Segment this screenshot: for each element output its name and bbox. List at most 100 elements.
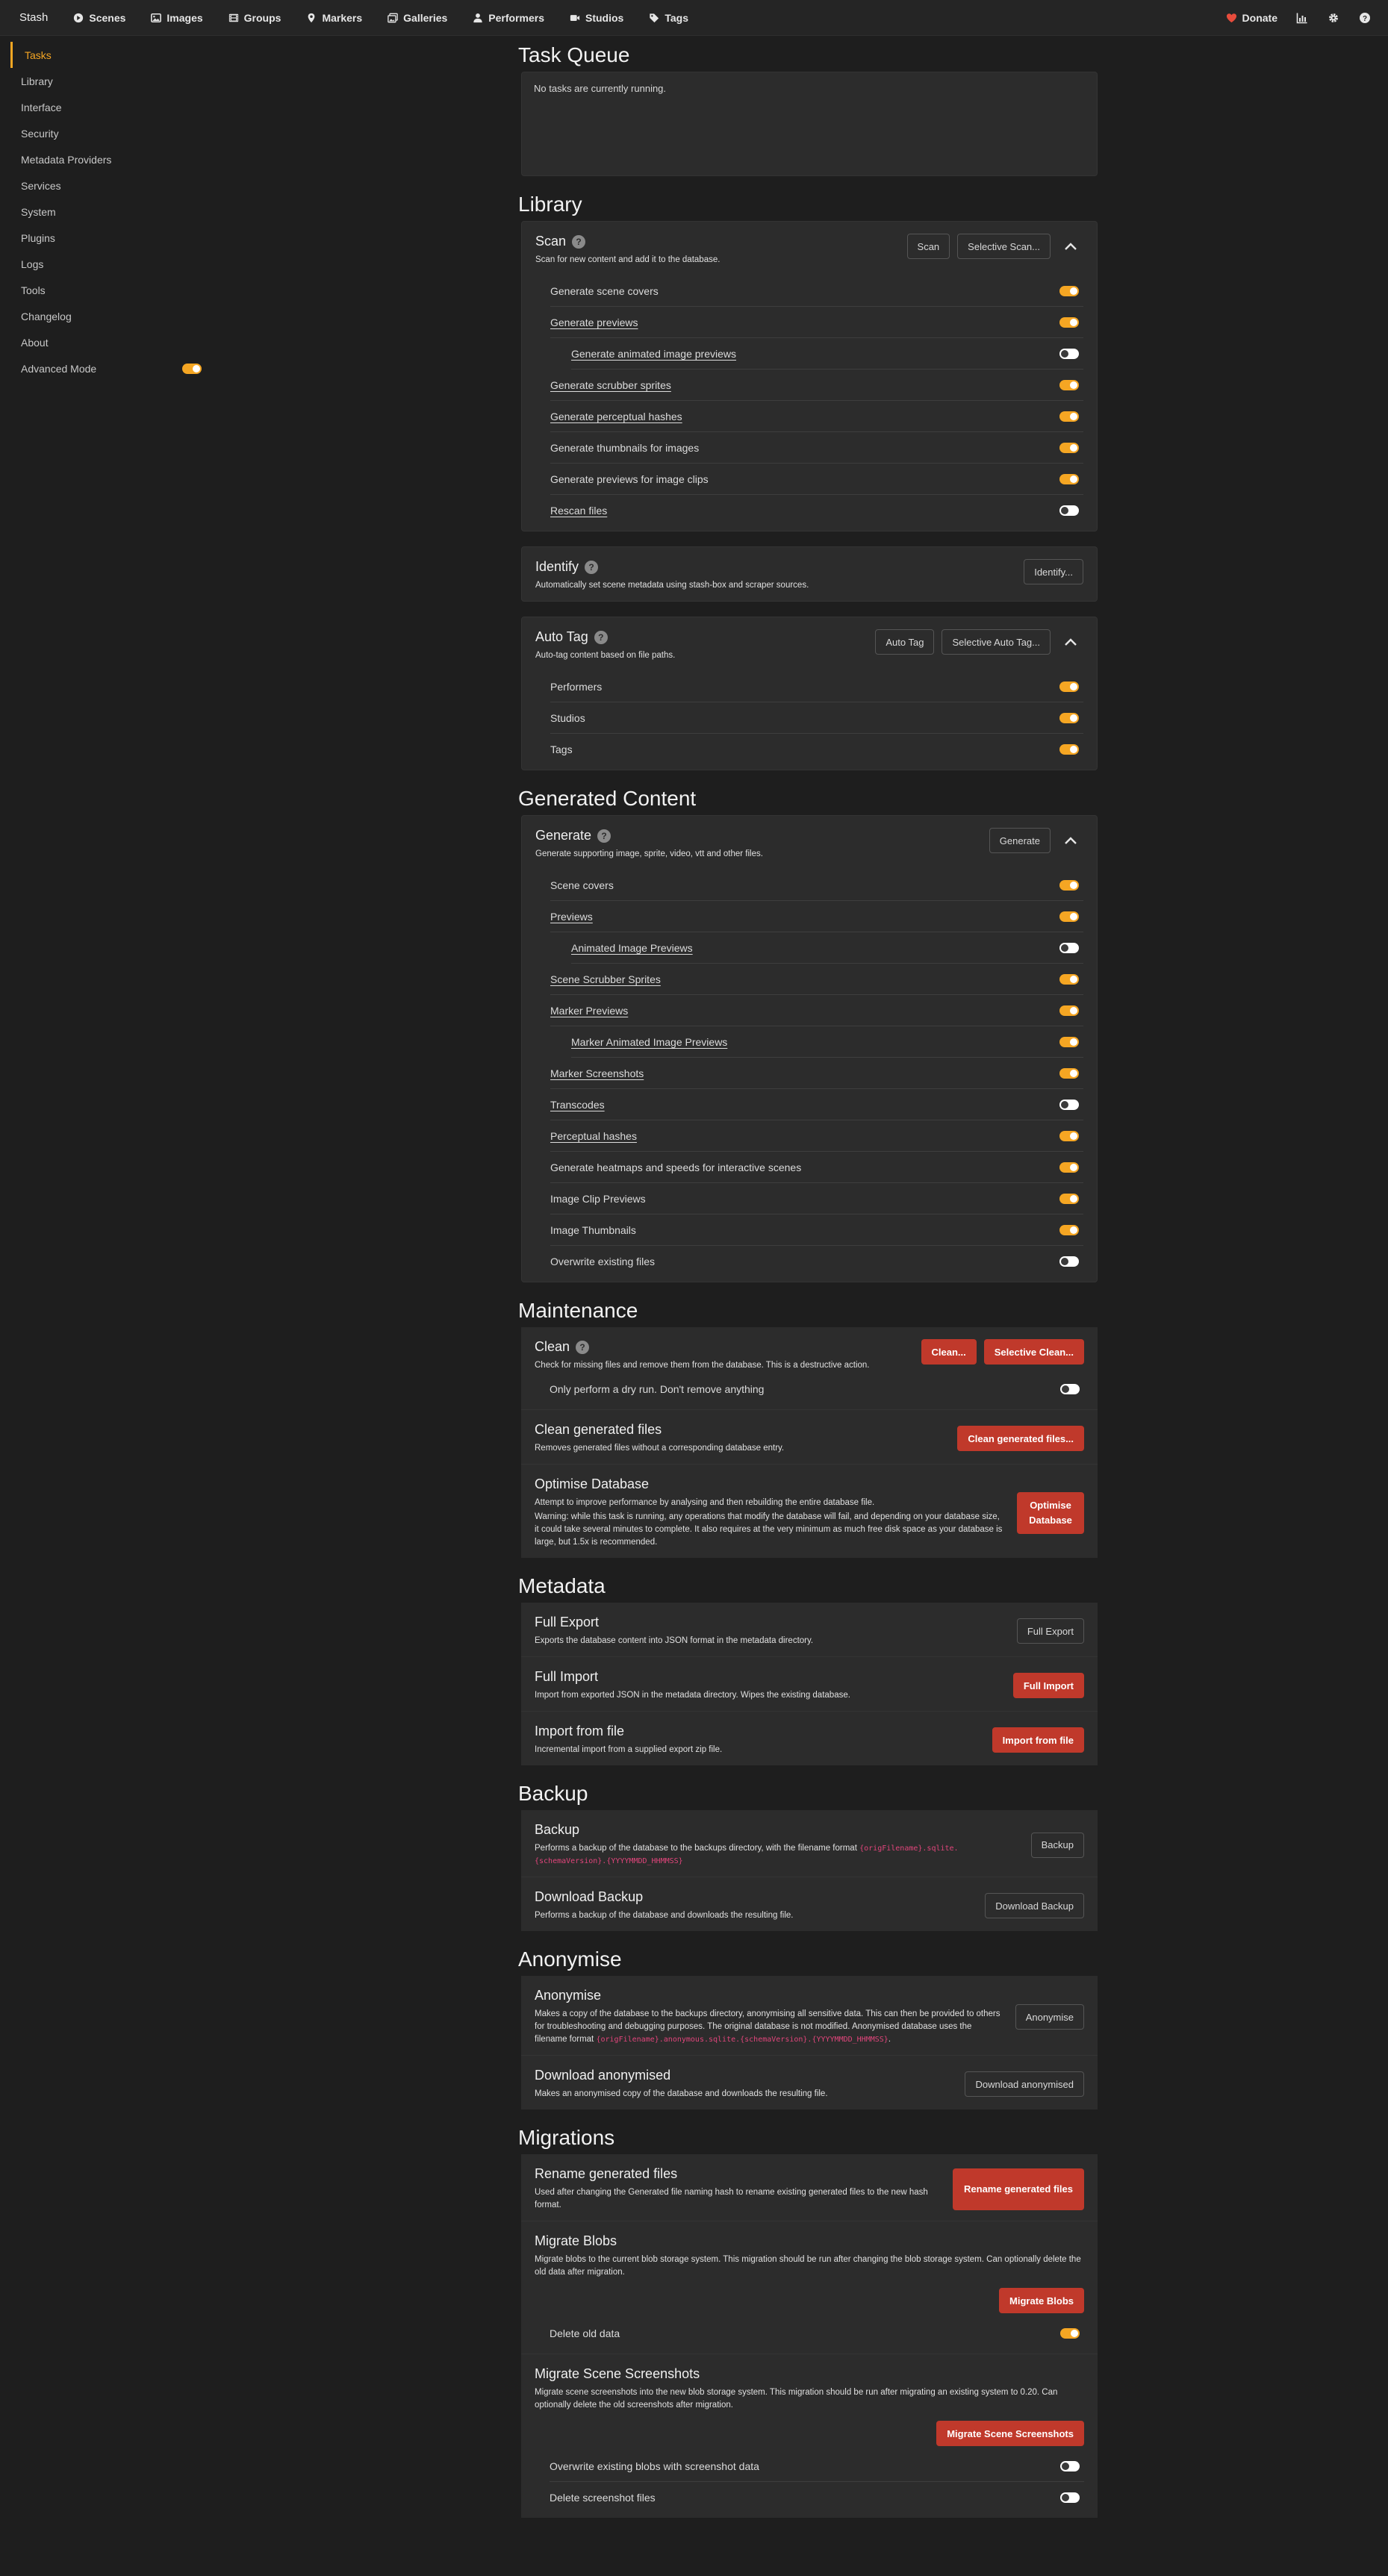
sidebar-item-changelog[interactable]: Changelog [10,303,212,329]
full-export-desc: Exports the database content into JSON f… [535,1636,814,1645]
clean-generated-title: Clean generated files [535,1422,662,1437]
full-import-button[interactable]: Full Import [1012,1673,1084,1698]
option-toggle[interactable] [1059,411,1079,422]
sidebar-item-system[interactable]: System [10,199,212,225]
nav-studios[interactable]: Studios [570,12,623,24]
option-label: Image Clip Previews [550,1192,646,1205]
option-label: Overwrite existing blobs with screenshot… [550,2460,759,2472]
import-file-title: Import from file [535,1724,625,1738]
option-toggle[interactable] [1059,879,1079,891]
help-icon[interactable]: ? [594,630,608,644]
option-toggle[interactable] [1059,1005,1079,1016]
option-toggle[interactable] [1059,1067,1079,1079]
migrate-blobs-button[interactable]: Migrate Blobs [999,2288,1084,2313]
clean-generated-button[interactable]: Clean generated files... [957,1426,1084,1451]
option-toggle[interactable] [1059,1099,1079,1110]
chevron-up-icon [1065,243,1077,250]
anonymise-card: Anonymise Makes a copy of the database t… [521,1976,1098,2056]
identify-button[interactable]: Identify... [1024,559,1083,584]
option-toggle[interactable] [1059,1224,1079,1235]
option-toggle[interactable] [1059,442,1079,453]
option-toggle[interactable] [1059,1130,1079,1141]
delete-old-data-toggle[interactable] [1060,2328,1080,2339]
rename-generated-button[interactable]: Rename generated files [953,2168,1084,2210]
download-backup-card: Download Backup Performs a backup of the… [521,1877,1098,1931]
metadata-group: Full Export Exports the database content… [521,1603,1098,1765]
option-toggle[interactable] [1059,348,1079,359]
nav-scenes[interactable]: Scenes [73,12,125,24]
stats-button[interactable] [1295,11,1309,25]
option-label: Generate scene covers [550,284,659,297]
clean-button[interactable]: Clean... [921,1339,977,1365]
brand-logo[interactable]: Stash [19,11,48,24]
optimise-button[interactable]: Optimise Database [1017,1491,1084,1534]
selective-clean-button[interactable]: Selective Clean... [983,1339,1084,1365]
option-toggle[interactable] [1060,2460,1080,2471]
option-toggle[interactable] [1060,2492,1080,2503]
import-file-button[interactable]: Import from file [992,1727,1084,1753]
help-icon[interactable]: ? [585,560,599,574]
dry-run-toggle[interactable] [1060,1384,1080,1394]
help-button[interactable]: ? [1358,11,1372,25]
sidebar-item-library[interactable]: Library [10,68,212,94]
nav-label: Galleries [403,11,448,24]
full-export-button[interactable]: Full Export [1016,1618,1084,1644]
sidebar-item-interface[interactable]: Interface [10,94,212,120]
option-toggle[interactable] [1059,911,1079,922]
option-toggle[interactable] [1059,973,1079,985]
collapse-button[interactable] [1058,629,1083,655]
sidebar-item-about[interactable]: About [10,329,212,355]
option-label: Previews [550,910,593,923]
option-toggle[interactable] [1059,473,1079,484]
backup-button[interactable]: Backup [1030,1832,1084,1858]
autotag-button[interactable]: Auto Tag [875,629,935,655]
nav-groups[interactable]: Groups [228,12,281,24]
option-row: Generate previews [550,307,1083,338]
option-row: Transcodes [550,1089,1083,1120]
option-toggle[interactable] [1059,1161,1079,1173]
sidebar-item-logs[interactable]: Logs [10,251,212,277]
help-icon[interactable]: ? [572,234,586,249]
option-toggle[interactable] [1059,681,1079,692]
option-toggle[interactable] [1059,712,1079,723]
sidebar-item-tasks[interactable]: Tasks [10,42,212,68]
download-anonymised-button[interactable]: Download anonymised [965,2071,1084,2097]
option-toggle[interactable] [1059,1036,1079,1047]
settings-button[interactable] [1327,11,1340,25]
option-label: Marker Animated Image Previews [571,1035,728,1048]
nav-tags[interactable]: Tags [649,12,688,24]
download-backup-button[interactable]: Download Backup [985,1893,1084,1918]
sidebar-item-security[interactable]: Security [10,120,212,146]
option-toggle[interactable] [1059,505,1079,516]
migrate-screenshots-button[interactable]: Migrate Scene Screenshots [936,2421,1084,2446]
option-toggle[interactable] [1059,1256,1079,1267]
advanced-mode-toggle[interactable] [182,363,202,374]
option-toggle[interactable] [1059,285,1079,296]
nav-markers[interactable]: Markers [306,12,362,24]
option-toggle[interactable] [1059,1193,1079,1204]
anonymise-button[interactable]: Anonymise [1015,2004,1084,2030]
collapse-button[interactable] [1058,828,1083,853]
nav-performers[interactable]: Performers [473,12,544,24]
option-row: Performers [550,671,1083,702]
sidebar-item-tools[interactable]: Tools [10,277,212,303]
option-toggle[interactable] [1059,744,1079,755]
selective-autotag-button[interactable]: Selective Auto Tag... [942,629,1051,655]
generate-button[interactable]: Generate [989,828,1051,853]
identify-title: Identify [535,559,579,574]
nav-images[interactable]: Images [151,12,203,24]
nav-galleries[interactable]: Galleries [388,12,447,24]
selective-scan-button[interactable]: Selective Scan... [957,234,1051,259]
option-label: Only perform a dry run. Don't remove any… [550,1383,765,1395]
collapse-button[interactable] [1058,234,1083,259]
option-toggle[interactable] [1059,316,1079,328]
option-toggle[interactable] [1059,942,1079,953]
sidebar-item-services[interactable]: Services [10,172,212,199]
sidebar-item-metadata-providers[interactable]: Metadata Providers [10,146,212,172]
sidebar-item-plugins[interactable]: Plugins [10,225,212,251]
scan-button[interactable]: Scan [906,234,950,259]
help-icon[interactable]: ? [597,829,611,843]
donate-button[interactable]: Donate [1226,12,1277,24]
help-icon[interactable]: ? [576,1340,590,1354]
option-toggle[interactable] [1059,379,1079,390]
